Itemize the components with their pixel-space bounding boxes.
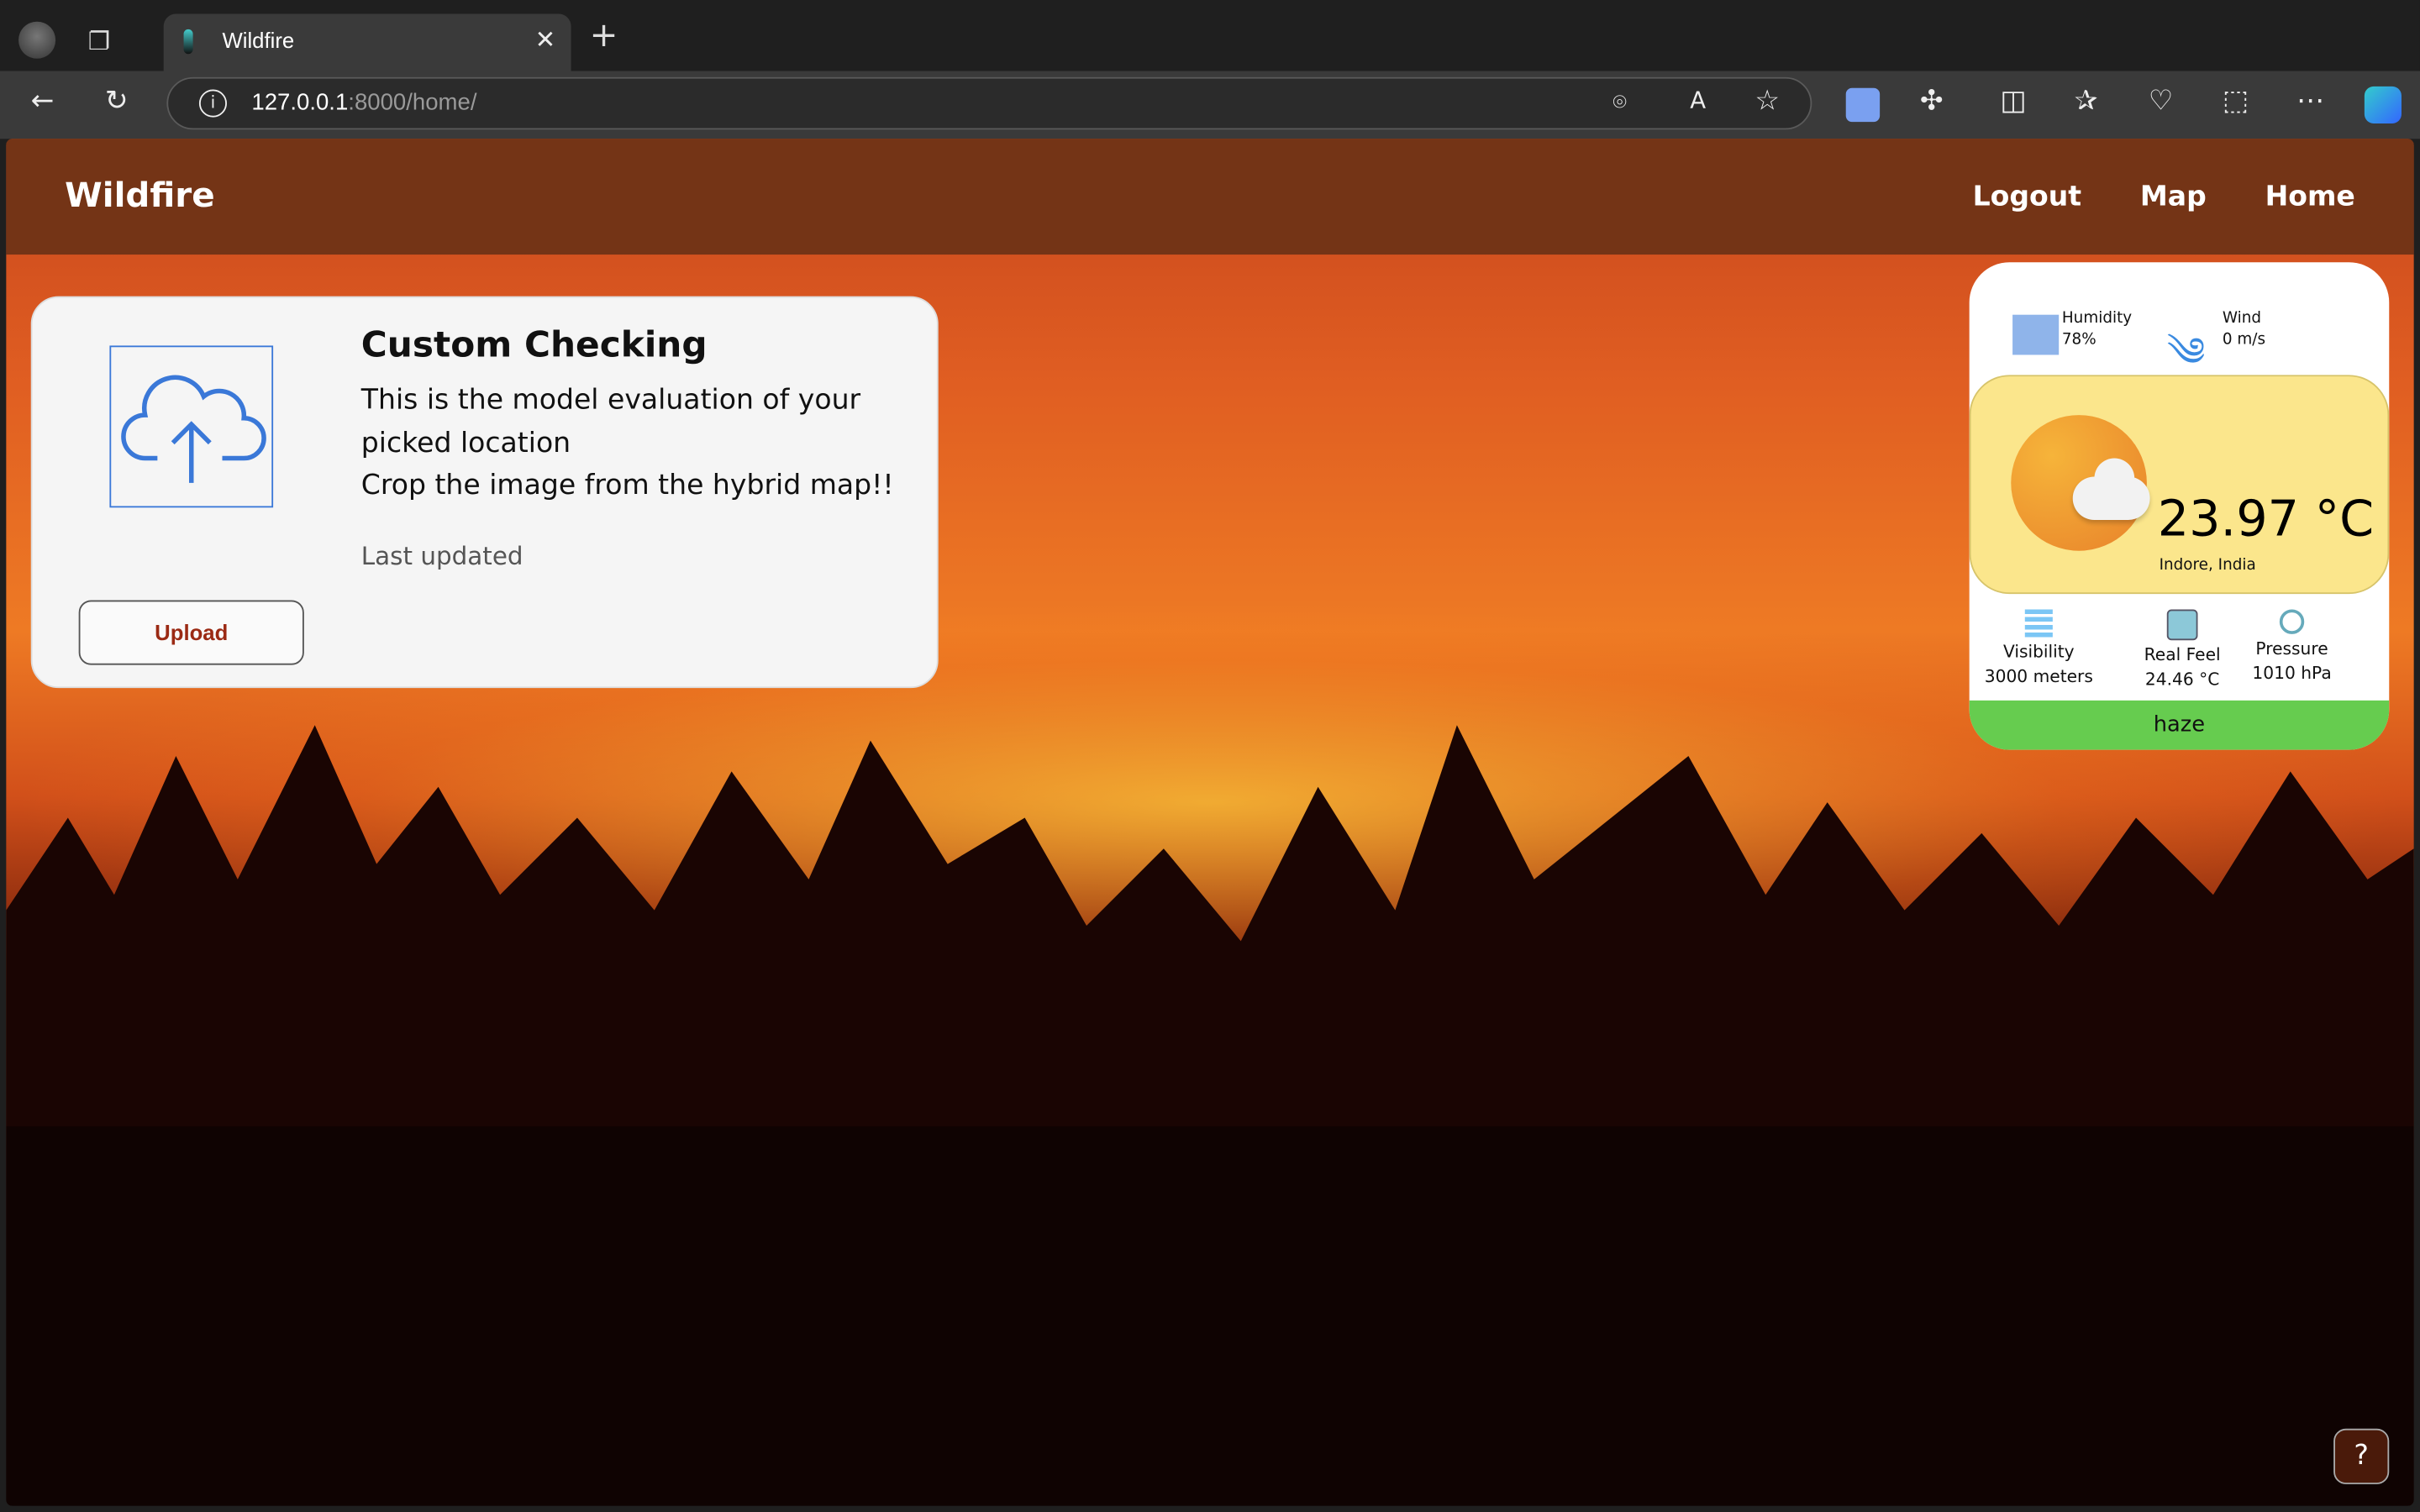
upload-button[interactable]: Upload [78,600,304,665]
location: Indore, India [2159,557,2256,575]
reload-icon[interactable]: ↻ [105,85,129,118]
temperature: 23.97 °C [2157,489,2375,549]
browser-essentials-icon[interactable]: ♡ [2149,85,2174,118]
weather-widget: Humidity 78% ༄ Wind 0 m/s 23.97 °C Indore,… [1969,262,2390,750]
tab-bar: ❐ Wildfire ✕ + [0,0,2420,71]
more-icon[interactable]: ⋯ [2296,85,2324,118]
screenshot-icon[interactable]: ⬚ [2223,85,2249,118]
tab-actions-icon[interactable]: ❐ [88,26,110,55]
split-screen-icon[interactable]: ◫ [2000,85,2026,118]
back-icon[interactable]: ← [31,85,55,118]
browser-toolbar: ← ↻ i 127.0.0.1:8000/home/ ⌾ A ☆ ✣ ◫ ✰ ♡… [0,71,2420,139]
pressure-gauge-icon [2279,609,2305,634]
tab-wildfire[interactable]: Wildfire ✕ [163,13,571,71]
address-bar[interactable]: i 127.0.0.1:8000/home/ ⌾ A ☆ [166,76,1812,130]
favorites-icon[interactable]: ✰ [2075,85,2098,118]
copilot-icon[interactable] [2364,86,2402,123]
profile-avatar[interactable] [18,21,56,59]
real-feel-label: Real Feel [2144,644,2221,665]
humidity-value: 78% [2061,331,2096,349]
visibility-value: 3000 meters [1984,666,2093,687]
cloud-upload-icon[interactable] [109,345,274,508]
read-aloud-icon[interactable]: A [1690,87,1706,114]
weather-condition: haze [1969,700,2390,750]
page-content: Wildfire Logout Map Home Custom Checking… [6,139,2414,1506]
visibility-icon [2024,609,2053,638]
card-title: Custom Checking [360,325,708,366]
location-icon[interactable]: ⌾ [1612,88,1627,116]
brand-logo[interactable]: Wildfire [65,177,215,216]
new-tab-icon[interactable]: + [590,17,618,55]
nav-home[interactable]: Home [2265,181,2355,213]
forest-background [6,725,2414,1506]
custom-checking-card: Custom Checking This is the model evalua… [30,296,939,689]
pressure-value: 1010 hPa [2252,663,2332,684]
cloud-icon [2072,458,2150,520]
url-text: 127.0.0.1:8000/home/ [251,89,477,116]
favicon-icon [183,29,193,55]
site-info-icon[interactable]: i [198,89,227,118]
weather-main-panel: 23.97 °C Indore, India [1969,375,2390,595]
nav-logout[interactable]: Logout [1973,181,2082,213]
tab-title: Wildfire [222,28,295,53]
real-feel-value: 24.46 °C [2144,669,2220,690]
visibility-label: Visibility [2002,642,2075,662]
help-icon[interactable]: ? [2333,1428,2390,1484]
nav-map[interactable]: Map [2140,181,2207,213]
humidity-icon [2012,314,2060,355]
wind-value: 0 m/s [2222,331,2266,349]
close-tab-icon[interactable]: ✕ [535,24,556,54]
wind-label: Wind [2222,310,2262,328]
favorite-star-icon[interactable]: ☆ [1754,85,1780,118]
navbar: Wildfire Logout Map Home [6,139,2414,255]
last-updated: Last updated [360,541,523,571]
extensions-puzzle-icon[interactable]: ✣ [1920,85,1944,118]
humidity-label: Humidity [2061,310,2133,328]
pressure-label: Pressure [2255,638,2328,659]
extension-icon[interactable] [1845,87,1881,123]
card-description: This is the model evaluation of your pic… [360,384,894,501]
real-feel-icon [2166,609,2198,641]
